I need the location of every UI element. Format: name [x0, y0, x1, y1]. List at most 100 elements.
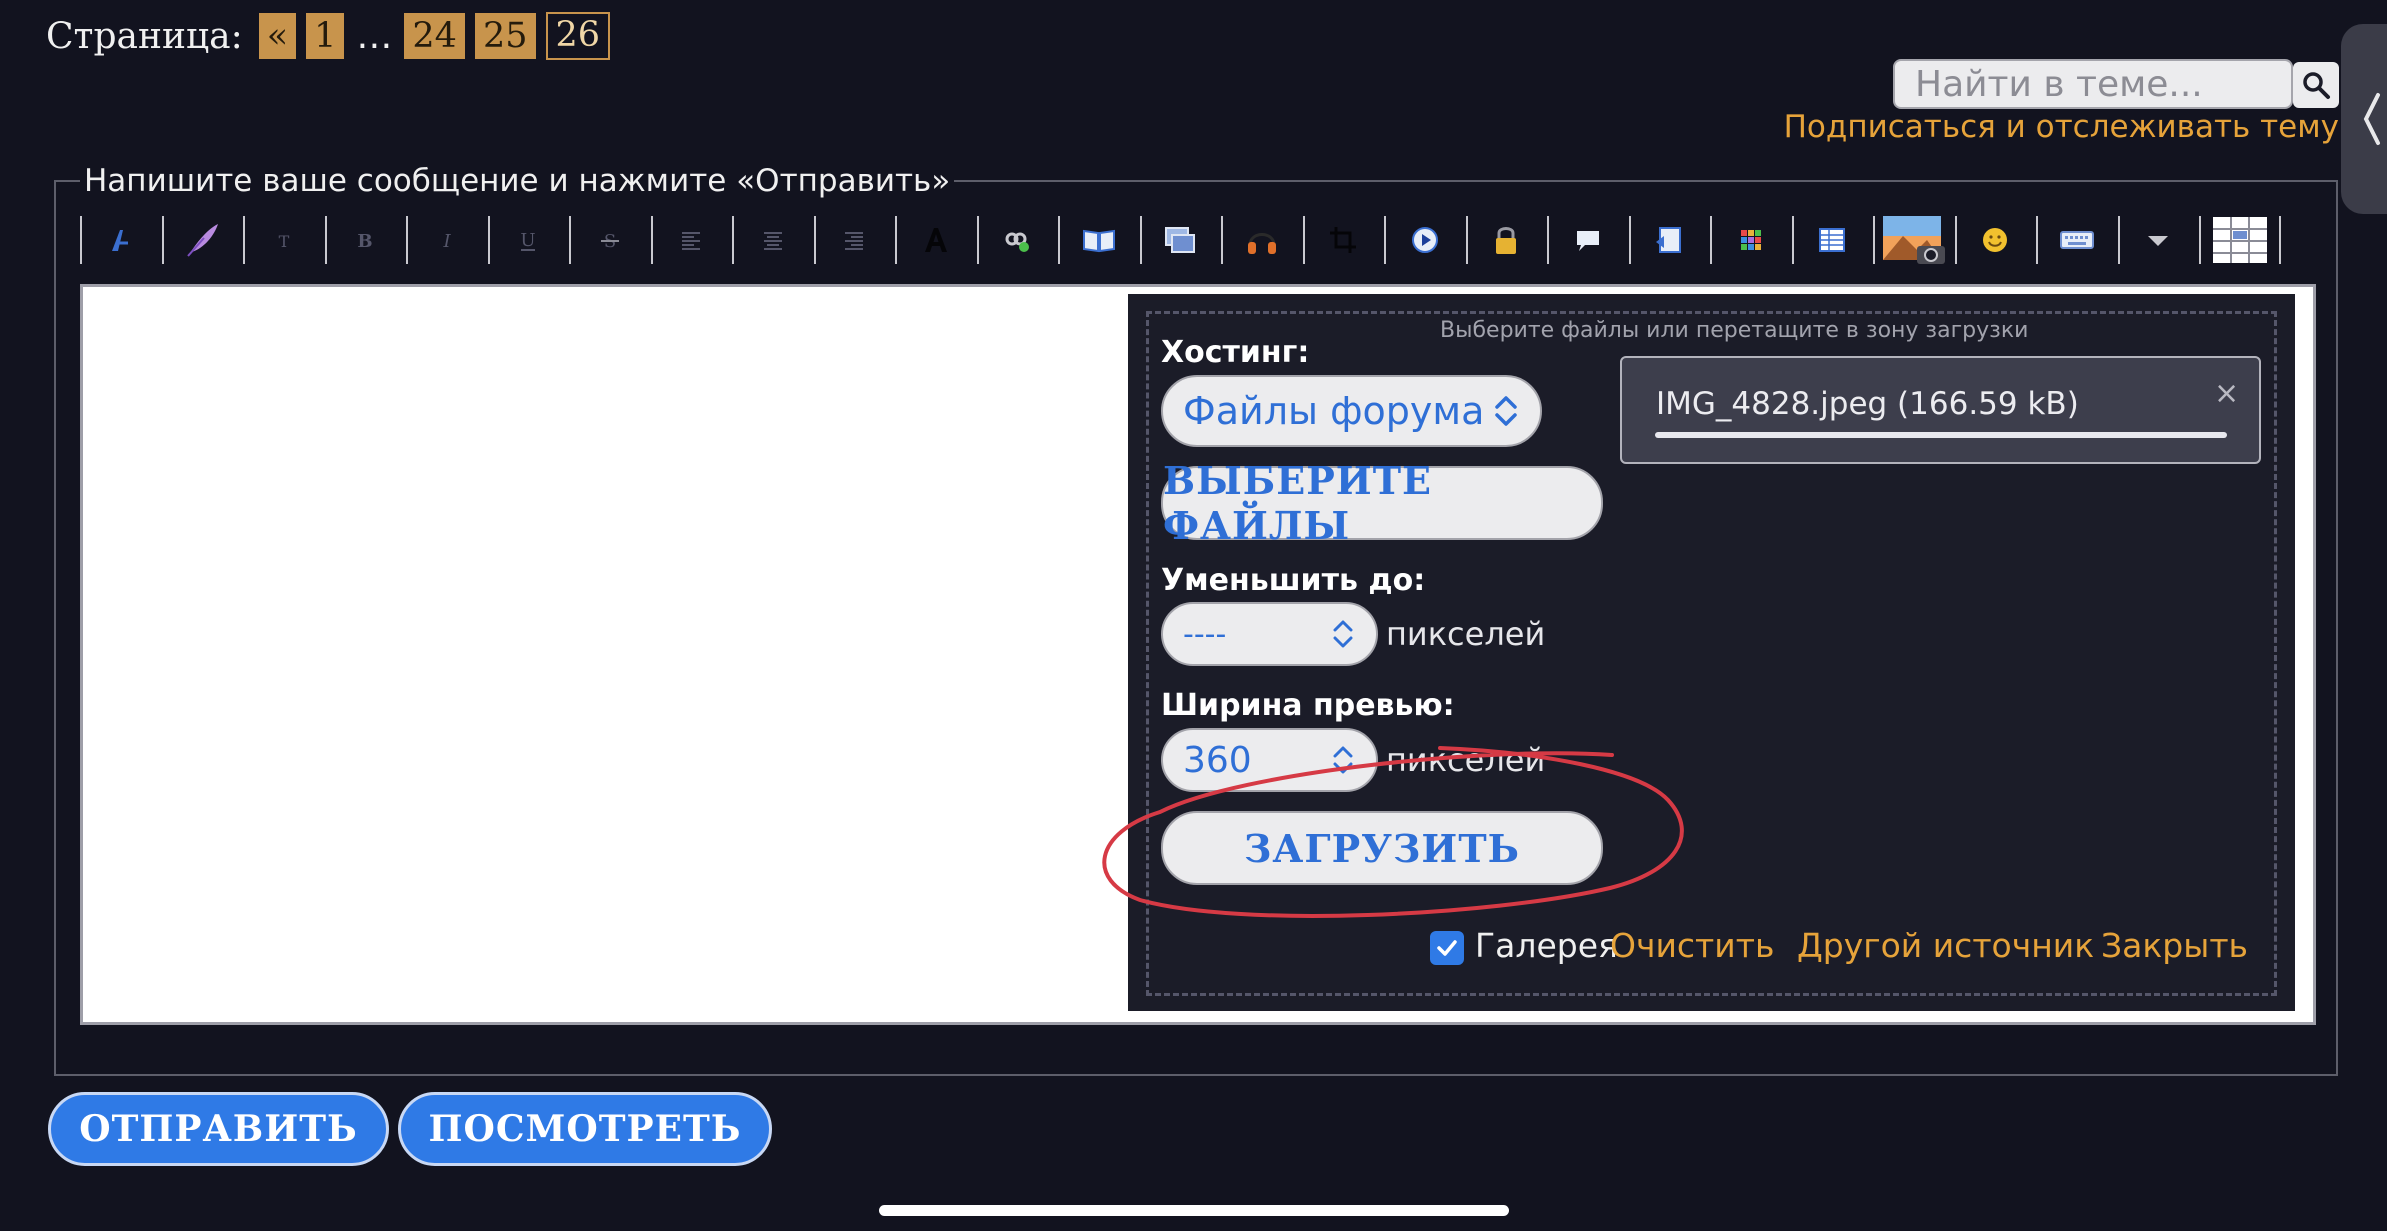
resize-label: Уменьшить до:: [1161, 563, 1426, 598]
close-panel-link[interactable]: Закрыть: [2101, 926, 2248, 965]
file-name: IMG_4828.jpeg (166.59 kB): [1656, 386, 2079, 422]
toolbar-code[interactable]: [1628, 214, 1711, 266]
play-icon: [1411, 227, 1438, 253]
toolbar-keyboard[interactable]: [2036, 214, 2118, 266]
toolbar-image[interactable]: [1873, 214, 1955, 266]
headphones-icon: [1247, 233, 1276, 254]
svg-text:T: T: [278, 232, 289, 251]
photo-icon: [1882, 216, 1945, 264]
toolbar-quote[interactable]: [1547, 214, 1629, 266]
toolbar-book[interactable]: [1058, 214, 1140, 266]
toolbar-align-left[interactable]: [650, 214, 733, 266]
pagination: Страница: « 1 … 24 25 26: [46, 10, 611, 62]
table-icon: [1819, 228, 1846, 252]
toolbar-text-size[interactable]: T: [243, 214, 325, 266]
clear-link[interactable]: Очистить: [1610, 926, 1774, 965]
preview-width-select[interactable]: 360: [1161, 728, 1378, 792]
text-size-icon: T: [278, 232, 289, 251]
font-style-icon: [111, 230, 128, 251]
toolbar-grid[interactable]: [1710, 214, 1792, 266]
hosting-value: Файлы форума: [1183, 389, 1485, 433]
toolbar-font-color[interactable]: [895, 214, 977, 266]
remove-file-button[interactable]: ×: [2214, 376, 2239, 411]
search-icon: [2303, 72, 2330, 99]
layout-grid-icon: [2212, 217, 2267, 263]
pagination-page-25[interactable]: 25: [474, 13, 536, 59]
updown-chevron-icon: [1495, 396, 1517, 426]
toolbar-strikethrough[interactable]: S: [569, 214, 651, 266]
lock-icon: [1496, 227, 1517, 254]
resize-select[interactable]: ----: [1161, 602, 1378, 666]
toolbar-link[interactable]: [976, 214, 1059, 266]
toolbar-bold[interactable]: B: [324, 214, 407, 266]
search-button[interactable]: [2293, 62, 2339, 108]
svg-text:U: U: [521, 230, 536, 251]
grid-icon: [1740, 230, 1761, 250]
preview-button[interactable]: ПОСМОТРЕТЬ: [398, 1092, 772, 1166]
updown-chevron-icon: [1333, 746, 1353, 774]
code-icon: [1656, 227, 1682, 253]
link-icon: [1005, 232, 1030, 252]
choose-files-button[interactable]: ВЫБЕРИТЕ ФАЙЛЫ: [1161, 458, 1603, 548]
checkmark-icon: [1437, 940, 1457, 956]
smiley-icon: [1983, 228, 2008, 252]
pagination-page-current: 26: [545, 12, 611, 60]
strikethrough-icon: S: [600, 231, 619, 252]
form-legend: Напишите ваше сообщение и нажмите «Отпра…: [80, 163, 955, 199]
align-right-icon: [845, 232, 864, 250]
toolbar-lock[interactable]: [1465, 214, 1548, 266]
subscribe-link[interactable]: Подписаться и отслеживать тему: [1784, 109, 2339, 145]
align-center-icon: [763, 232, 782, 250]
gallery-checkbox[interactable]: [1430, 931, 1464, 965]
toolbar-layout[interactable]: [2199, 214, 2281, 266]
pagination-ellipsis: …: [356, 15, 393, 57]
toolbar-italic[interactable]: I: [406, 214, 488, 266]
resize-value: ----: [1183, 616, 1227, 652]
toolbar-audio[interactable]: [1221, 214, 1303, 266]
toolbar-crop[interactable]: [1302, 214, 1385, 266]
toolbar-underline[interactable]: U: [487, 214, 570, 266]
pagination-prev[interactable]: «: [258, 13, 297, 59]
align-left-icon: [682, 232, 701, 250]
preview-width-label: Ширина превью:: [1161, 688, 1455, 723]
preview-width-unit: пикселей: [1386, 741, 1546, 779]
svg-text:B: B: [358, 231, 373, 252]
quill-icon: [187, 224, 219, 257]
editor-toolbar: T B I U S: [80, 214, 2312, 266]
toolbar-smiley[interactable]: [1954, 214, 2037, 266]
toolbar-window[interactable]: [1139, 214, 1222, 266]
hosting-select[interactable]: Файлы форума: [1161, 375, 1542, 447]
dropzone-hint: Выберите файлы или перетащите в зону заг…: [1440, 318, 2029, 343]
window-icon: [1165, 227, 1196, 253]
side-panel-toggle[interactable]: [2341, 24, 2387, 214]
preview-width-value: 360: [1183, 739, 1252, 781]
toolbar-font-style[interactable]: [80, 214, 162, 266]
toolbar-quill[interactable]: [161, 214, 244, 266]
svg-text:I: I: [442, 231, 451, 252]
pagination-page-1[interactable]: 1: [306, 13, 345, 59]
selected-file-card: IMG_4828.jpeg (166.59 kB) ×: [1620, 356, 2261, 464]
updown-chevron-icon: [1333, 620, 1353, 648]
upload-button[interactable]: ЗАГРУЗИТЬ: [1161, 811, 1603, 885]
send-button[interactable]: ОТПРАВИТЬ: [48, 1092, 389, 1166]
toolbar-more[interactable]: [2117, 214, 2200, 266]
other-source-link[interactable]: Другой источник: [1797, 926, 2094, 965]
speech-bubble-icon: [1576, 231, 1599, 251]
keyboard-icon: [2059, 231, 2094, 249]
toolbar-table[interactable]: [1791, 214, 1874, 266]
cutoff-content: [490, 1222, 1390, 1231]
resize-unit: пикселей: [1386, 615, 1546, 653]
gallery-label: Галерея: [1475, 926, 1618, 965]
crop-icon: [1330, 227, 1357, 253]
toolbar-align-right[interactable]: [813, 214, 896, 266]
toolbar-video[interactable]: [1384, 214, 1466, 266]
pagination-label: Страница:: [46, 15, 243, 57]
underline-icon: U: [521, 230, 536, 251]
toolbar-align-center[interactable]: [732, 214, 814, 266]
italic-icon: I: [442, 231, 451, 252]
pagination-page-24[interactable]: 24: [404, 13, 465, 59]
home-indicator[interactable]: [879, 1205, 1509, 1216]
book-icon: [1082, 229, 1115, 253]
thread-search-input[interactable]: [1893, 59, 2293, 109]
font-color-icon: [924, 228, 947, 252]
